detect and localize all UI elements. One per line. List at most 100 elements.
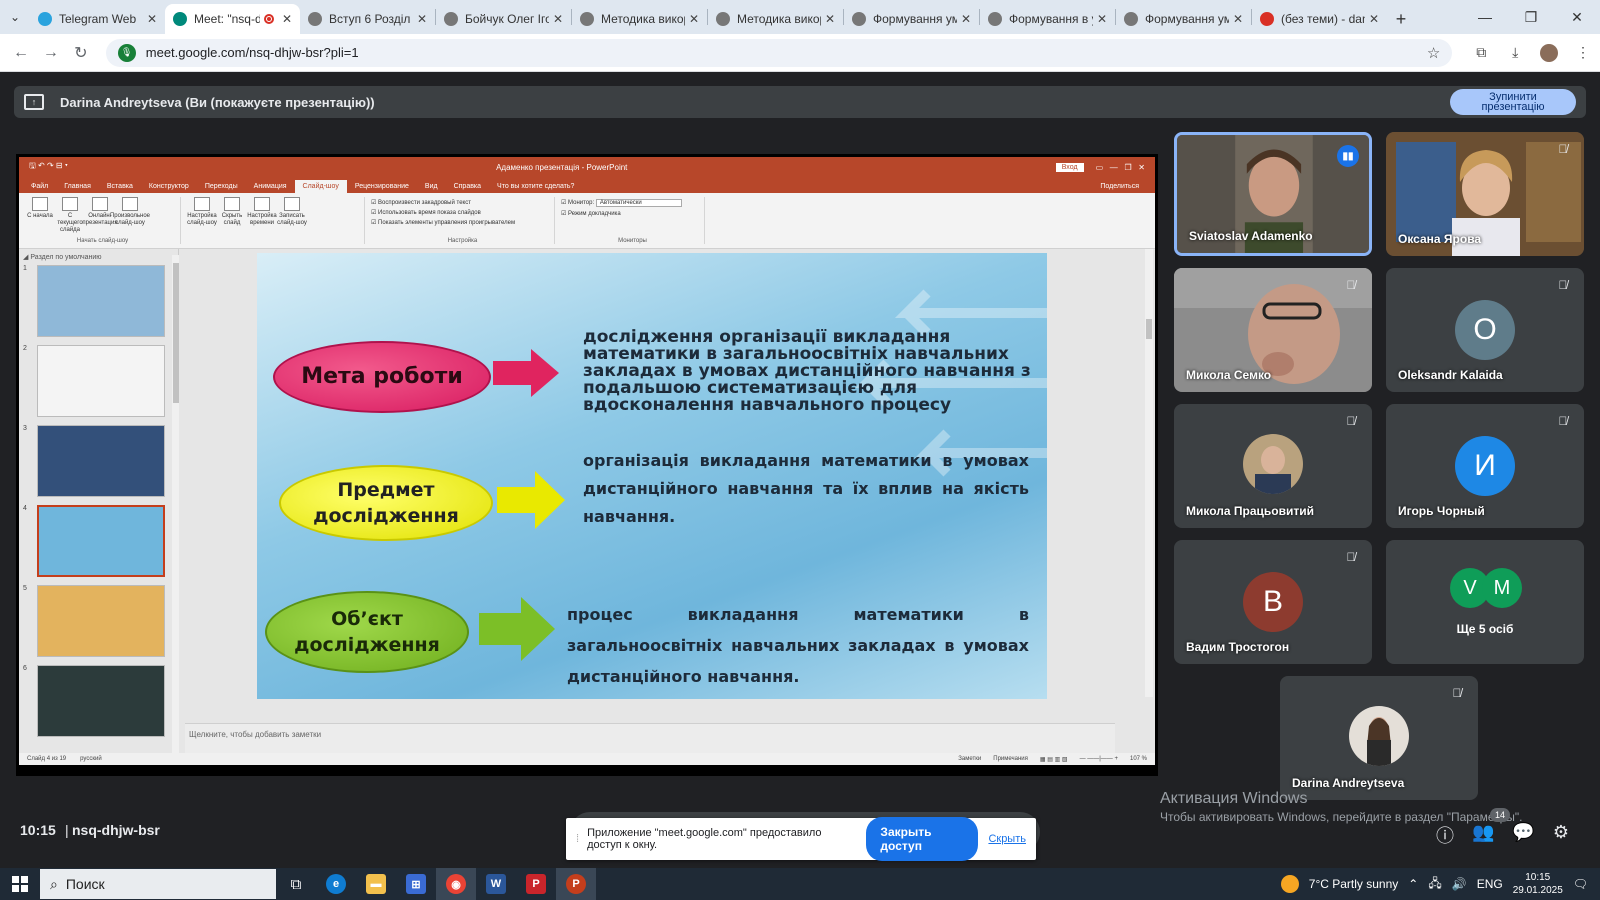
tab-search-button[interactable]: ⌄ xyxy=(0,0,30,34)
stop-sharing-button[interactable]: Закрыть доступ xyxy=(866,817,979,861)
meeting-separator: | xyxy=(65,822,69,838)
tab-close-icon[interactable]: ✕ xyxy=(1097,12,1107,26)
participant-tile[interactable]: 🎙̸ Оксана Ярова xyxy=(1386,132,1584,256)
tab-title: Формування умі xyxy=(1145,12,1229,26)
address-bar: ← → ↻ 🎙 meet.google.com/nsq-dhjw-bsr?pli… xyxy=(0,34,1600,72)
minimize-icon[interactable]: — xyxy=(1462,9,1508,25)
extensions-icon[interactable]: ⧉ xyxy=(1464,44,1498,61)
file-explorer-icon[interactable]: ▬ xyxy=(356,868,396,900)
tab-close-icon[interactable]: ✕ xyxy=(147,12,157,26)
browser-tab[interactable]: Формування умі ✕ xyxy=(844,4,979,34)
tab-close-icon[interactable]: ✕ xyxy=(1233,12,1243,26)
weather-text[interactable]: 7°C Partly sunny xyxy=(1309,877,1399,891)
muted-mic-icon: 🎙̸ xyxy=(1558,414,1568,428)
browser-tab[interactable]: (без теми) - dand ✕ xyxy=(1252,4,1387,34)
profile-avatar[interactable] xyxy=(1540,43,1559,62)
bookmark-star-icon[interactable]: ☆ xyxy=(1427,44,1440,62)
participant-name: Микола Семко xyxy=(1186,368,1272,382)
share-notice-text: Приложение "meet.google.com" предоставил… xyxy=(587,827,822,851)
browser-tab[interactable]: Формування умі ✕ xyxy=(1116,4,1251,34)
taskbar-search[interactable]: ⌕ Поиск xyxy=(40,869,276,899)
task-view-icon[interactable]: ⧉ xyxy=(276,868,316,900)
input-language[interactable]: ENG xyxy=(1477,877,1503,891)
participant-tile[interactable]: И 🎙̸ Игорь Чорный xyxy=(1386,404,1584,528)
participant-tile[interactable]: ▮▮ Sviatoslav Adamenko xyxy=(1174,132,1372,256)
new-tab-button[interactable]: + xyxy=(1387,4,1415,34)
powerpoint-icon[interactable]: P xyxy=(556,868,596,900)
taskbar-clock[interactable]: 10:15 29.01.2025 xyxy=(1513,871,1563,897)
volume-icon[interactable]: 🔊 xyxy=(1452,877,1467,891)
edge-icon[interactable]: e xyxy=(316,868,356,900)
ribbon-group-setup-checks: Воспроизвести закадровый текст Использова… xyxy=(371,197,555,244)
tab-close-icon[interactable]: ✕ xyxy=(961,12,971,26)
muted-mic-icon: 🎙̸ xyxy=(1346,278,1356,292)
stop-presenting-button[interactable]: Зупинити презентацію xyxy=(1450,89,1576,115)
back-icon[interactable]: ← xyxy=(6,44,36,62)
start-button[interactable] xyxy=(0,876,40,892)
chat-icon[interactable]: 💬 xyxy=(1512,822,1534,848)
object-text: процес викладання математики в загальноо… xyxy=(567,605,1029,686)
tab-close-icon[interactable]: ✕ xyxy=(417,12,427,26)
muted-mic-icon: 🎙̸ xyxy=(1346,414,1356,428)
drag-handle-icon[interactable]: ⁞ xyxy=(576,833,579,845)
browser-tab-strip: ⌄ Telegram Web✕Meet: "nsq-dh✕Вступ 6 Роз… xyxy=(0,0,1600,34)
participant-tile[interactable]: 🎙̸ Микола Семко xyxy=(1174,268,1372,392)
ppt-menu-item: Что вы хотите сделать? xyxy=(497,183,575,190)
browser-tab[interactable]: Формування в уч ✕ xyxy=(980,4,1115,34)
ppt-ribbon: С начала С текущего слайда Онлайн-презента… xyxy=(19,193,1155,249)
participant-tile[interactable]: 🎙̸ Микола Працьовитий xyxy=(1174,404,1372,528)
slide-thumbnail-image xyxy=(37,505,165,577)
more-participants-tile[interactable]: V M Ще 5 осіб xyxy=(1386,540,1584,664)
tab-favicon-icon xyxy=(1260,12,1274,26)
slide-number: 3 xyxy=(23,425,27,432)
ppt-menu-item: Вид xyxy=(424,183,438,190)
info-icon[interactable]: ⓘ xyxy=(1436,822,1454,848)
ppt-menu-item: Анимация xyxy=(253,183,287,190)
notifications-icon[interactable]: 🗨 xyxy=(1573,877,1588,891)
restore-icon[interactable]: ❐ xyxy=(1508,9,1554,26)
language-status: русский xyxy=(80,756,102,762)
tab-close-icon[interactable]: ✕ xyxy=(689,12,699,26)
slide-thumbnail-image xyxy=(37,265,165,337)
slide-number: 5 xyxy=(23,585,27,592)
forward-icon[interactable]: → xyxy=(36,44,66,62)
goal-ellipse: Мета роботи xyxy=(273,341,491,413)
word-icon[interactable]: W xyxy=(476,868,516,900)
network-icon[interactable]: 🖧 xyxy=(1428,874,1441,895)
window-share-notice: ⁞ Приложение "meet.google.com" предостав… xyxy=(566,817,1036,861)
tab-close-icon[interactable]: ✕ xyxy=(825,12,835,26)
url-omnibox[interactable]: 🎙 meet.google.com/nsq-dhjw-bsr?pli=1 ☆ xyxy=(105,38,1453,67)
pdf-icon[interactable]: P xyxy=(516,868,556,900)
tab-close-icon[interactable]: ✕ xyxy=(1369,12,1379,26)
chrome-icon[interactable]: ◉ xyxy=(436,868,476,900)
people-icon[interactable]: 👥 xyxy=(1472,822,1494,848)
browser-tab[interactable]: Meet: "nsq-dh ✕ xyxy=(165,4,300,34)
clock-date: 29.01.2025 xyxy=(1512,885,1563,896)
ribbon-button-icon xyxy=(194,197,210,211)
participant-avatar: И xyxy=(1455,436,1515,496)
slide-thumbnails: ◢ Раздел по умолчанию 1 2 3 4 5 6 xyxy=(19,249,180,755)
tray-chevron-icon[interactable]: ⌃ xyxy=(1408,877,1418,891)
participant-tile[interactable]: O 🎙̸ Oleksandr Kalaida xyxy=(1386,268,1584,392)
browser-tab[interactable]: Вступ 6 Розділ 1. ✕ xyxy=(300,4,435,34)
browser-tab[interactable]: Методика викор ✕ xyxy=(708,4,843,34)
current-slide: Мета роботи Предмет дослідження Об’єкт д… xyxy=(257,253,1047,699)
activities-icon[interactable]: ⚙ xyxy=(1553,822,1569,848)
ppt-title-bar: 🖫 ↶ ↷ ⊟ ▾ Адаменко презентація - PowerPo… xyxy=(19,157,1155,177)
menu-kebab-icon[interactable]: ⋮ xyxy=(1566,44,1600,61)
self-tile[interactable]: 🎙̸ Darina Andreytseva xyxy=(1280,676,1478,800)
browser-tab[interactable]: Telegram Web ✕ xyxy=(30,4,165,34)
browser-tab[interactable]: Бойчук Олег Ігор ✕ xyxy=(436,4,571,34)
tab-close-icon[interactable]: ✕ xyxy=(282,12,292,26)
download-icon[interactable]: ⤓ xyxy=(1498,44,1532,61)
close-window-icon[interactable]: ✕ xyxy=(1554,9,1600,26)
tab-close-icon[interactable]: ✕ xyxy=(553,12,563,26)
hide-notice-link[interactable]: Скрыть xyxy=(988,833,1026,845)
tab-title: Бойчук Олег Ігор xyxy=(465,12,549,26)
browser-tab[interactable]: Методика викор ✕ xyxy=(572,4,707,34)
url-text[interactable]: meet.google.com/nsq-dhjw-bsr?pli=1 xyxy=(146,45,1427,60)
participant-tile[interactable]: В 🎙̸ Вадим Тростогон xyxy=(1174,540,1372,664)
reload-icon[interactable]: ↻ xyxy=(66,43,96,63)
store-icon[interactable]: ⊞ xyxy=(396,868,436,900)
site-info-icon[interactable]: 🎙 xyxy=(117,43,136,62)
